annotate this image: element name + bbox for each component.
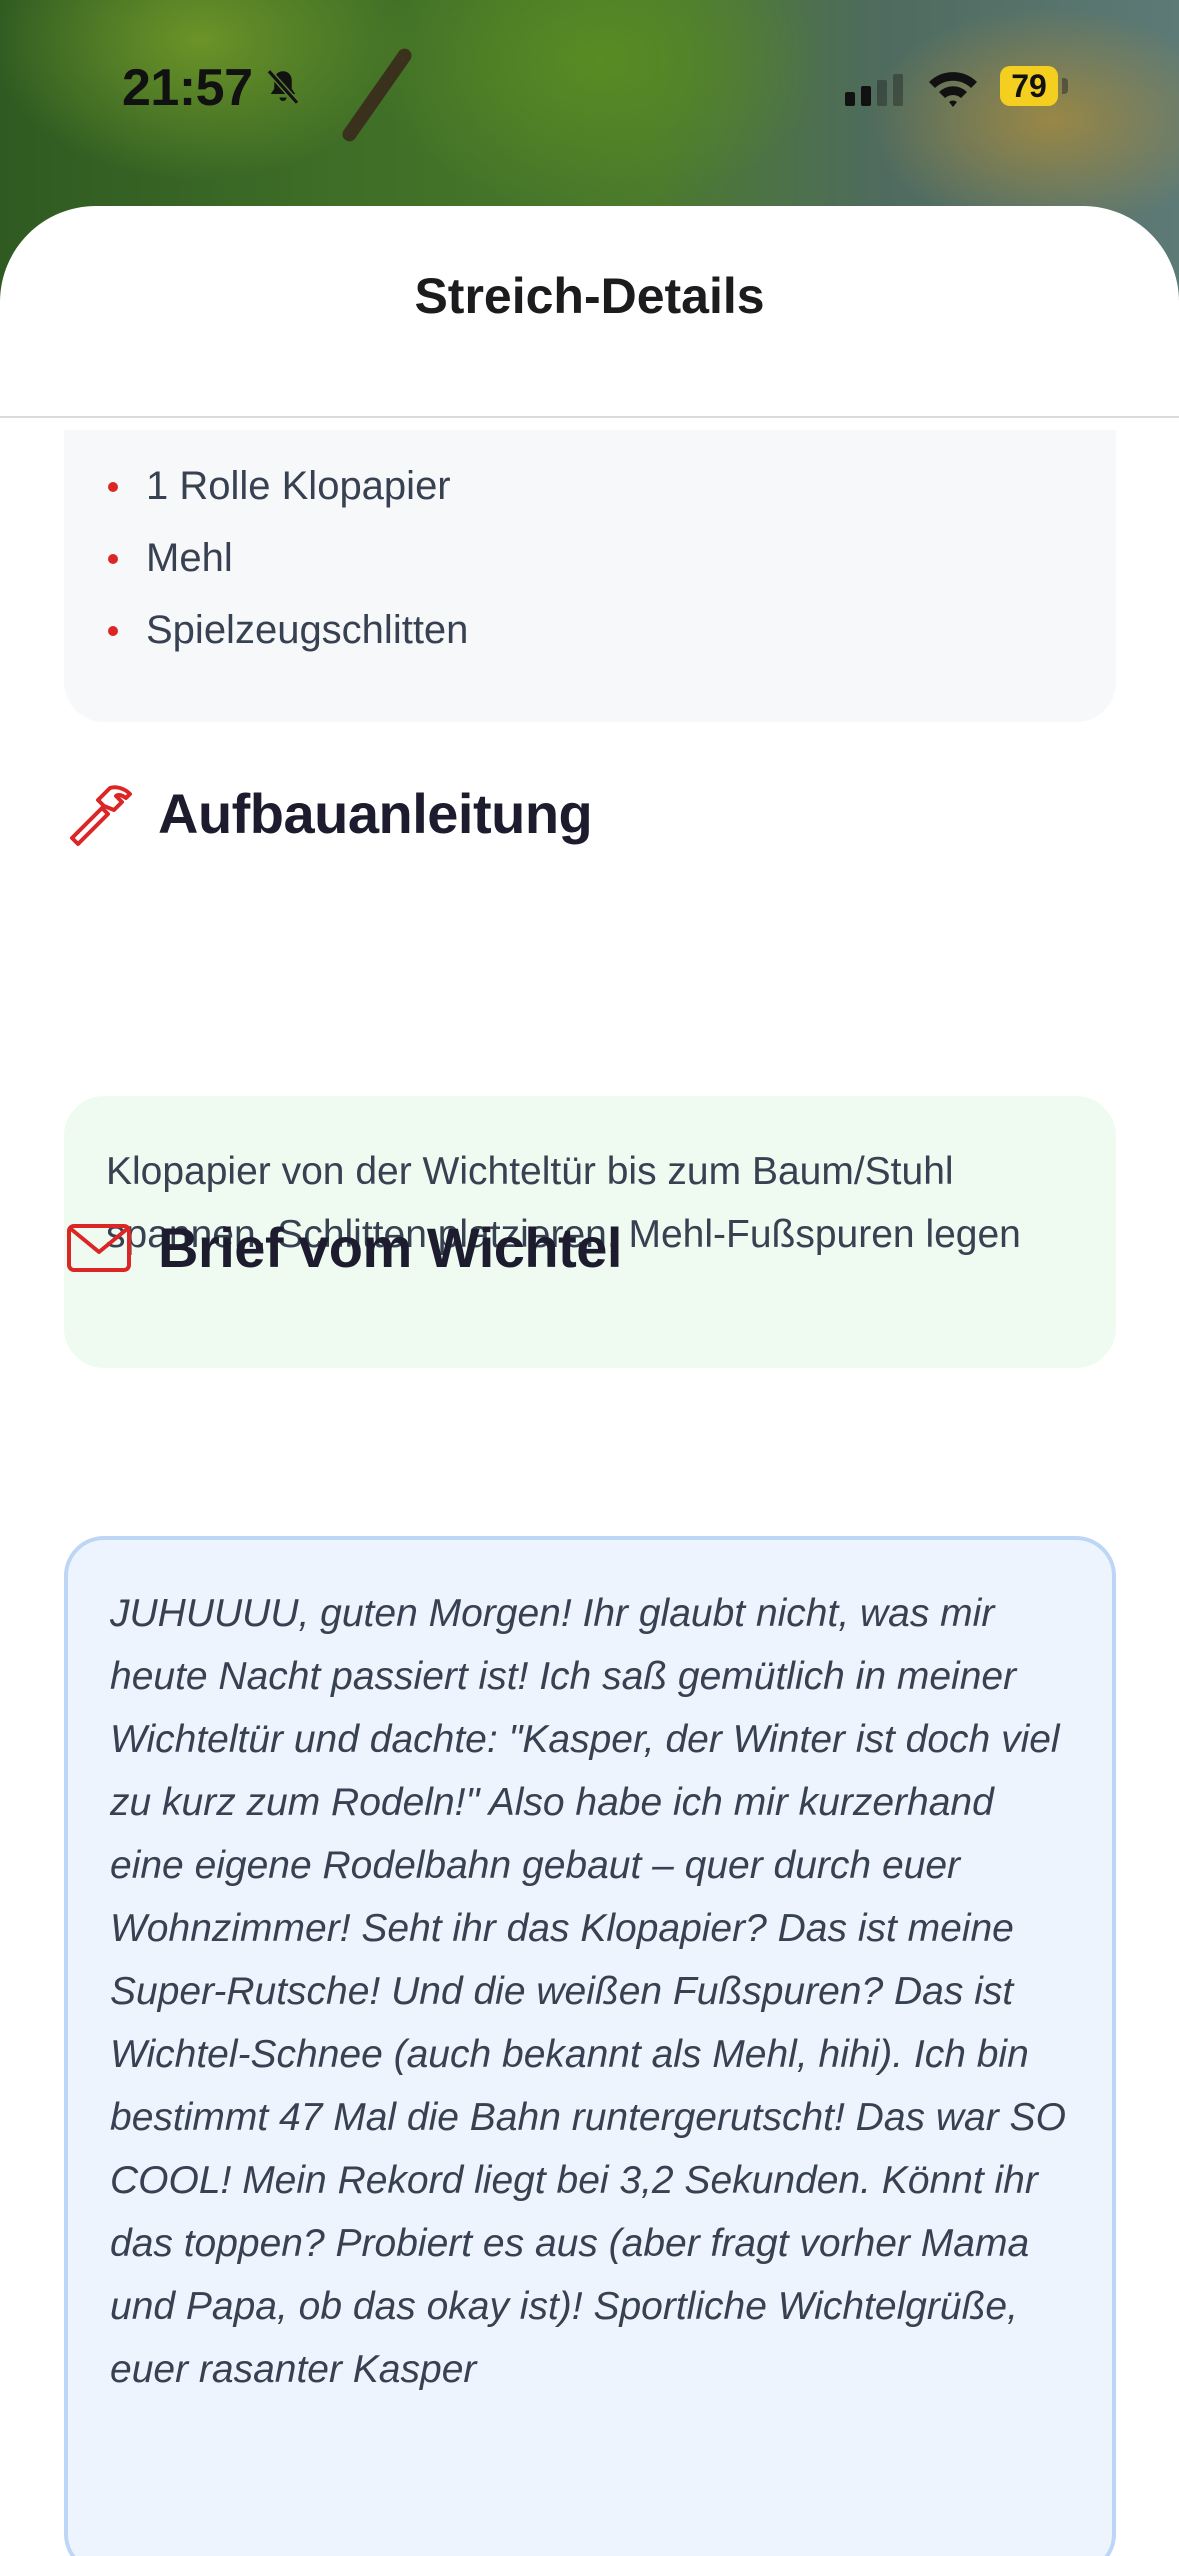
- status-bar: 21:57 79: [0, 0, 1179, 180]
- list-item: Mehl: [64, 538, 1116, 610]
- letter-card: JUHUUUU, guten Morgen! Ihr glaubt nicht,…: [64, 1536, 1116, 2556]
- battery-level: 79: [1000, 66, 1058, 106]
- instructions-heading-row: Aufbauanleitung: [64, 778, 593, 848]
- bullet-dot: [108, 626, 118, 636]
- sheet-header: Streich-Details: [0, 206, 1179, 418]
- letter-text: JUHUUUU, guten Morgen! Ihr glaubt nicht,…: [110, 1592, 1066, 2391]
- material-label: Mehl: [146, 536, 233, 580]
- hammer-icon: [70, 785, 132, 846]
- instructions-heading: Aufbauanleitung: [158, 781, 593, 845]
- list-item: 1 Rolle Klopapier: [64, 466, 1116, 538]
- materials-card: 1 Rolle Klopapier Mehl Spielzeugschlitte…: [64, 430, 1116, 722]
- material-label: 1 Rolle Klopapier: [146, 464, 451, 508]
- bell-muted-icon: [266, 69, 300, 105]
- list-item: Spielzeugschlitten: [64, 610, 1116, 682]
- bullet-dot: [108, 554, 118, 564]
- material-label: Spielzeugschlitten: [146, 608, 469, 652]
- cellular-signal-icon: [845, 74, 903, 106]
- battery-cap: [1062, 78, 1068, 94]
- letter-heading-row: Brief vom Wichtel: [64, 1212, 622, 1282]
- battery-indicator: 79: [1000, 66, 1080, 106]
- letter-heading: Brief vom Wichtel: [158, 1215, 622, 1279]
- wifi-icon: [929, 72, 977, 107]
- bullet-dot: [108, 482, 118, 492]
- page-title: Streich-Details: [414, 268, 765, 324]
- details-sheet: Streich-Details 1 Rolle Klopapier Mehl S…: [0, 206, 1179, 2556]
- envelope-icon: [67, 1224, 131, 1272]
- materials-list: 1 Rolle Klopapier Mehl Spielzeugschlitte…: [64, 466, 1116, 682]
- status-time: 21:57: [122, 59, 253, 117]
